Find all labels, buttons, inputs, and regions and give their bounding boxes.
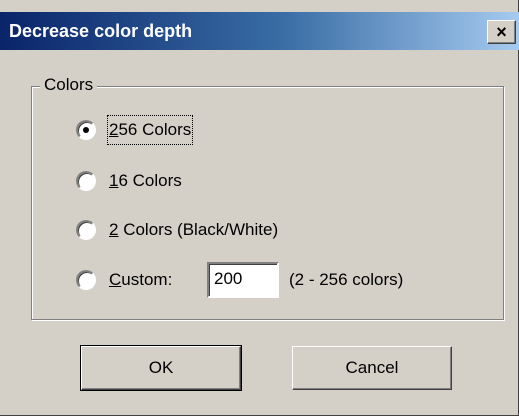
option-16-colors-label: 16 Colors [109,171,182,190]
radio-16-colors[interactable] [76,171,96,191]
close-icon: × [496,22,507,42]
radio-256-colors[interactable] [76,120,96,140]
close-button[interactable]: × [487,20,516,44]
dialog-window: Decrease color depth × Colors 256 Colors… [0,0,519,416]
custom-colors-input[interactable]: 200 [207,262,279,298]
option-2-colors-label: 2 Colors (Black/White) [109,220,279,239]
option-custom-label: Custom: [109,270,173,289]
cancel-button[interactable]: Cancel [292,346,452,390]
option-256-colors-label: 256 Colors [106,115,194,145]
custom-range-hint: (2 - 256 colors) [289,270,404,289]
window-title: Decrease color depth [9,21,193,41]
radio-2-colors[interactable] [76,220,96,240]
ok-button[interactable]: OK [80,345,242,391]
title-bar[interactable]: Decrease color depth × [0,12,519,50]
radio-custom[interactable] [76,270,96,290]
colors-group-label: Colors [40,74,98,96]
radio-selected-dot [83,127,89,133]
